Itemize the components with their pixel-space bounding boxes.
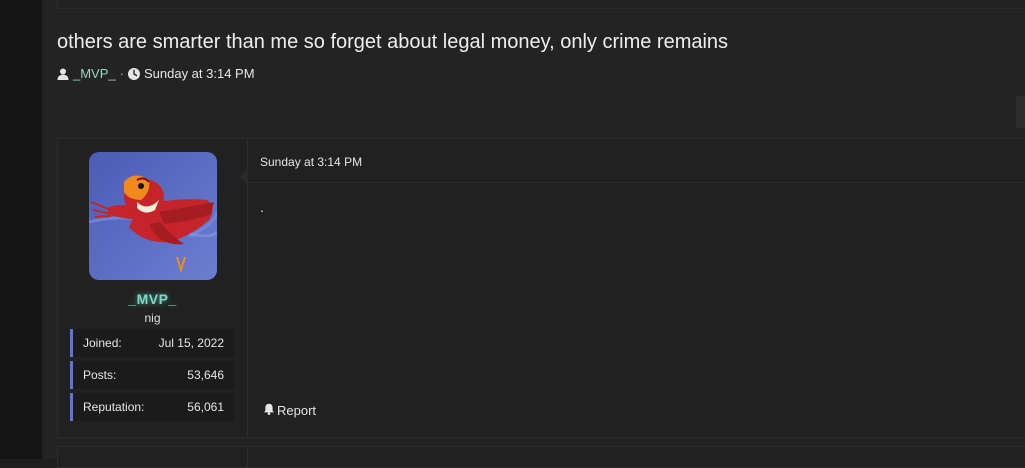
bell-icon: [263, 403, 277, 418]
stat-posts: Posts: 53,646: [70, 361, 234, 389]
report-button[interactable]: Report: [263, 403, 316, 418]
stat-value: Jul 15, 2022: [158, 336, 224, 350]
stat-label: Posts:: [83, 368, 117, 382]
next-post: [57, 446, 1025, 468]
user-icon: [57, 68, 69, 80]
thread-title: others are smarter than me so forget abo…: [57, 31, 729, 53]
previous-block: [57, 0, 1025, 9]
stat-label: Reputation:: [83, 400, 145, 414]
user-title: nig: [144, 311, 161, 325]
thread-meta: _MVP_ · Sunday at 3:14 PM: [57, 66, 255, 81]
thread-date-link[interactable]: Sunday at 3:14 PM: [144, 66, 255, 81]
post-user-cell: _MVP_ nig Joined: Jul 15, 2022 Posts: 53…: [58, 139, 248, 437]
user-cell-arrow: [240, 169, 248, 185]
report-label: Report: [277, 403, 317, 418]
post-date-link[interactable]: Sunday at 3:14 PM: [260, 155, 362, 169]
stat-reputation: Reputation: 56,061: [70, 393, 234, 421]
post-main: Sunday at 3:14 PM . Report: [248, 139, 1025, 437]
thread-author-link[interactable]: _MVP_: [73, 66, 116, 81]
avatar[interactable]: [89, 152, 217, 280]
side-tab[interactable]: [1016, 96, 1025, 128]
next-post-user-cell: [58, 447, 248, 467]
stat-joined: Joined: Jul 15, 2022: [70, 329, 234, 357]
post-username[interactable]: _MVP_: [58, 291, 247, 307]
left-gutter: [0, 0, 42, 459]
meta-separator: ·: [119, 66, 124, 81]
post-body: .: [260, 199, 264, 215]
stat-label: Joined:: [83, 336, 122, 350]
parrot-avatar: [89, 152, 217, 280]
stat-value: 53,646: [187, 368, 224, 382]
clock-icon: [127, 67, 140, 80]
stat-value: 56,061: [187, 400, 224, 414]
post-header: Sunday at 3:14 PM: [248, 139, 1025, 183]
post: _MVP_ nig Joined: Jul 15, 2022 Posts: 53…: [57, 138, 1025, 438]
